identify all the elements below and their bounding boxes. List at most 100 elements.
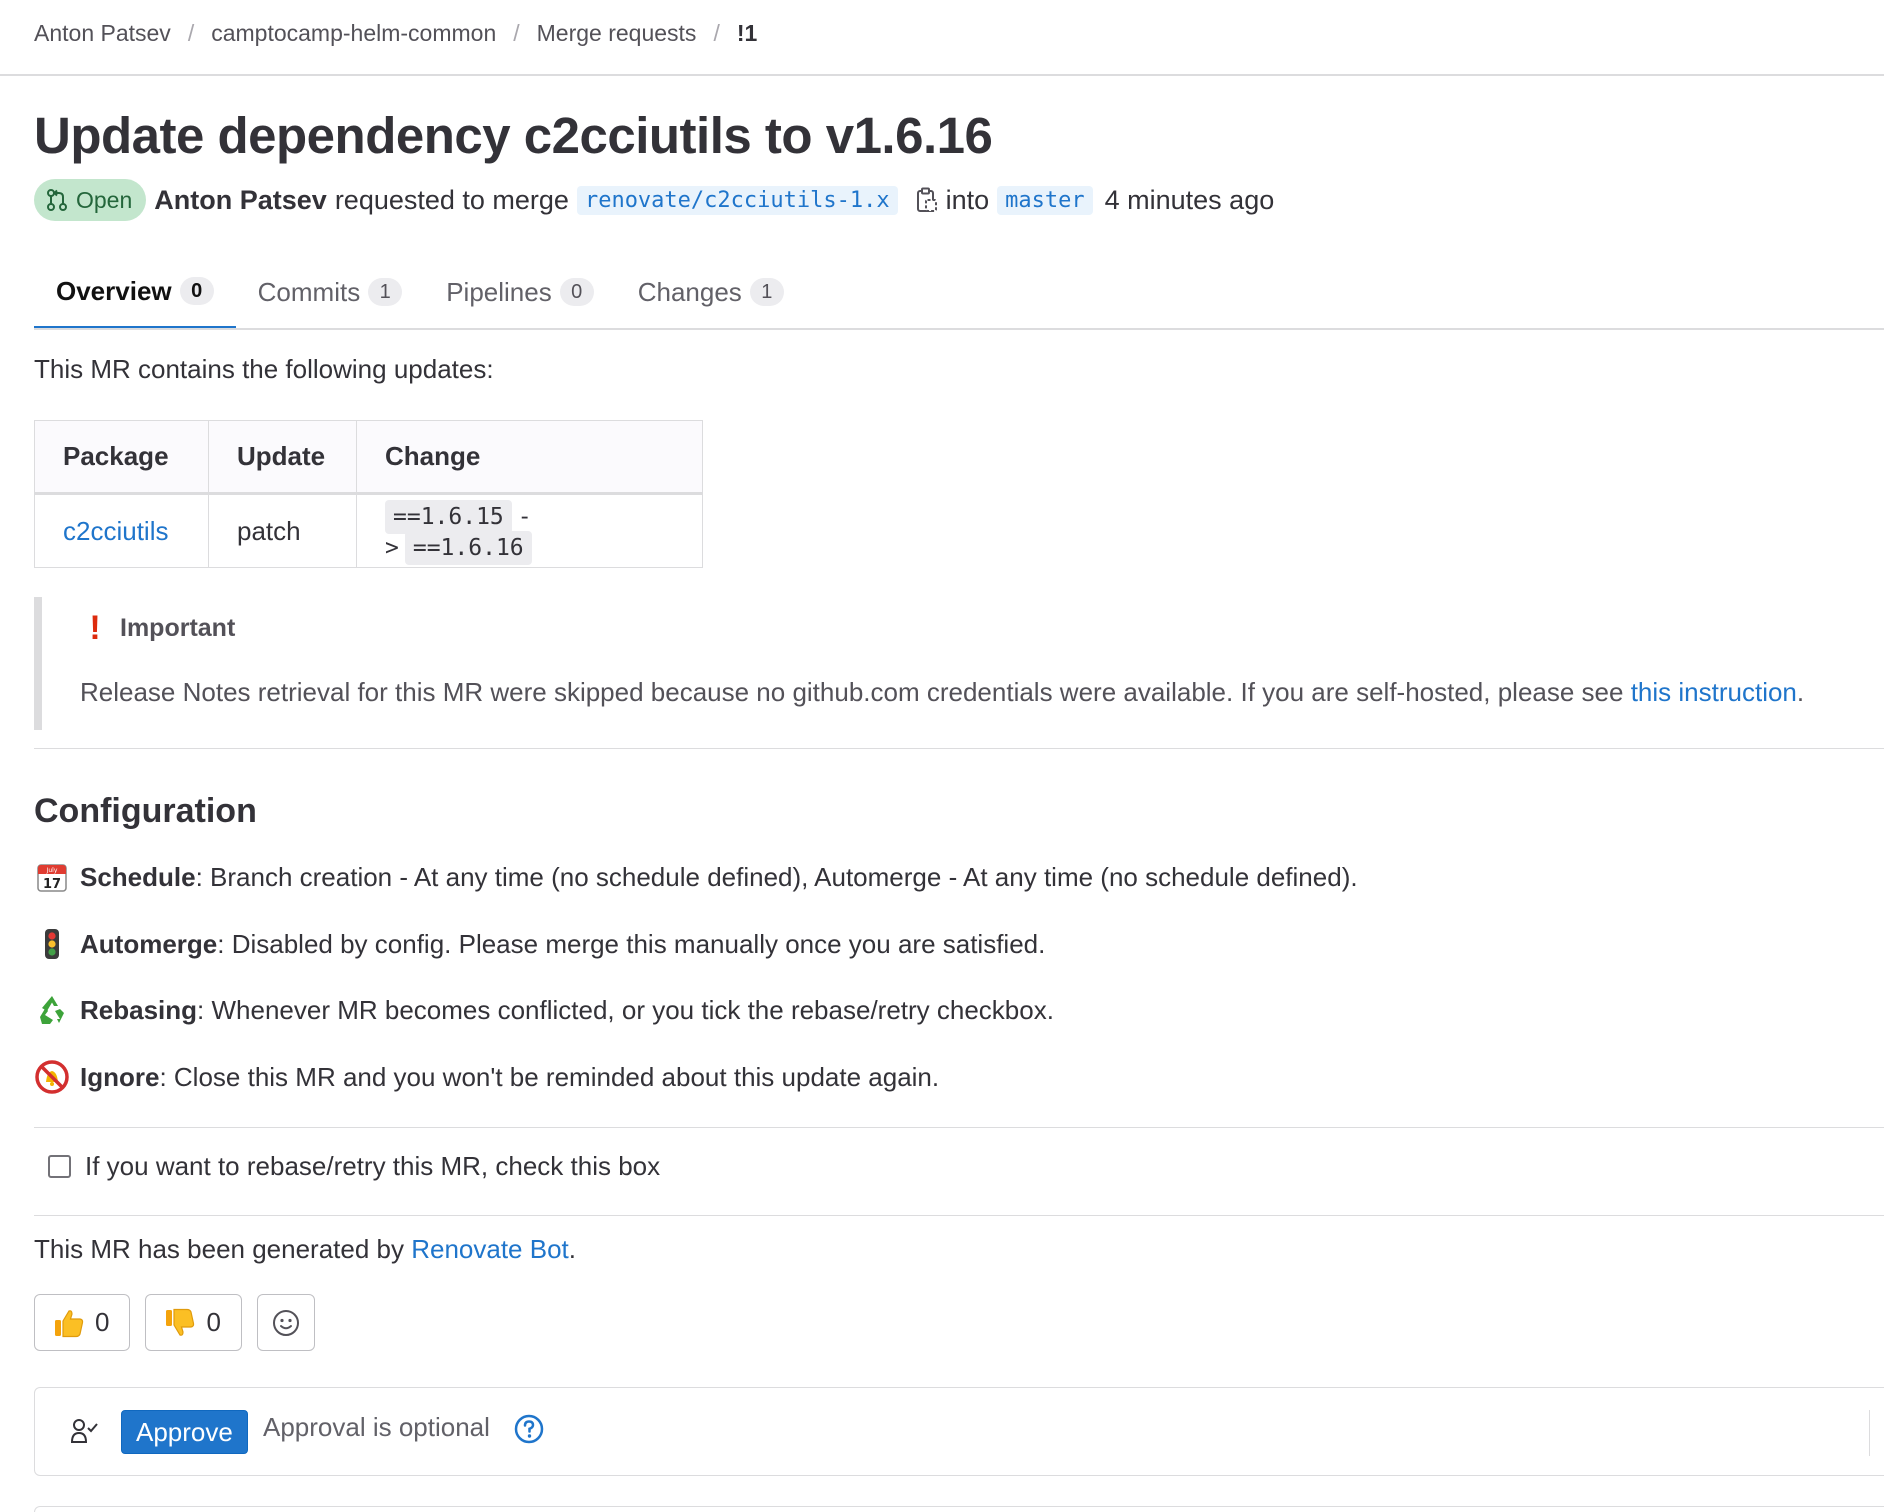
new-version: ==1.6.16 xyxy=(404,531,532,565)
important-text-line: Release Notes retrieval for this MR were… xyxy=(80,677,1804,708)
breadcrumb-separator: / xyxy=(713,19,720,46)
breadcrumb: Anton Patsev / camptocamp-helm-common / … xyxy=(34,18,757,48)
instruction-link[interactable]: this instruction xyxy=(1631,677,1797,707)
section-divider xyxy=(34,748,1884,749)
important-title: Important xyxy=(120,614,236,642)
tab-count-badge: 1 xyxy=(749,278,784,306)
config-label: Ignore xyxy=(80,1061,160,1092)
award-emoji-bar: 0 0 xyxy=(34,1294,330,1351)
package-link[interactable]: c2cciutils xyxy=(63,516,168,546)
header-divider xyxy=(0,74,1884,76)
tab-count-badge: 1 xyxy=(368,278,403,306)
tab-overview[interactable]: Overview 0 xyxy=(34,256,236,330)
into-text: into xyxy=(945,184,990,215)
config-label: Schedule xyxy=(80,861,196,892)
config-text: : Close this MR and you won't be reminde… xyxy=(159,1061,940,1092)
thumbs-down-icon xyxy=(164,1308,196,1338)
configuration-heading: Configuration xyxy=(34,792,257,830)
approval-user-check-icon xyxy=(69,1416,101,1446)
important-text-end: . xyxy=(1796,677,1805,707)
tab-label: Changes xyxy=(637,276,742,307)
config-text: : Disabled by config. Please merge this … xyxy=(217,928,1046,959)
tabs-divider xyxy=(34,328,1884,330)
rebase-checkbox[interactable] xyxy=(48,1154,71,1178)
no-bell-icon xyxy=(34,1059,70,1095)
thumbs-up-button[interactable]: 0 xyxy=(34,1294,131,1351)
page-title: Update dependency c2cciutils to v1.6.16 xyxy=(34,107,993,164)
thumbs-up-count: 0 xyxy=(95,1307,110,1337)
important-callout: ! Important Release Notes retrieval for … xyxy=(34,597,1884,730)
help-question-icon[interactable] xyxy=(513,1413,545,1445)
section-divider xyxy=(34,1127,1884,1128)
config-text: : Branch creation - At any time (no sche… xyxy=(195,861,1358,892)
column-header-change: Change xyxy=(356,420,703,495)
approval-widget: Approve Approval is optional xyxy=(34,1387,1884,1476)
config-label: Automerge xyxy=(80,928,218,959)
breadcrumb-owner[interactable]: Anton Patsev xyxy=(34,20,171,47)
old-version: ==1.6.15 xyxy=(385,500,512,534)
approval-status-text: Approval is optional xyxy=(263,1412,490,1442)
target-branch[interactable]: master xyxy=(997,185,1093,215)
tab-count-badge: 0 xyxy=(179,277,214,305)
traffic-light-icon xyxy=(34,926,70,962)
next-panel-edge xyxy=(34,1506,1884,1512)
svg-text:July: July xyxy=(46,867,58,874)
svg-text:17: 17 xyxy=(43,877,61,892)
calendar-icon: July 17 xyxy=(34,859,70,895)
config-item-schedule: July 17 Schedule: Branch creation - At a… xyxy=(34,857,1358,897)
rebase-option[interactable]: If you want to rebase/retry this MR, che… xyxy=(48,1146,660,1186)
update-type-cell: patch xyxy=(208,493,357,568)
status-badge: Open xyxy=(34,179,147,221)
tab-commits[interactable]: Commits 1 xyxy=(236,256,425,328)
important-heading: ! Important xyxy=(80,609,235,648)
approve-button[interactable]: Approve xyxy=(121,1410,248,1454)
thumbs-up-icon xyxy=(53,1308,85,1338)
approval-divider xyxy=(1869,1410,1870,1456)
rebase-checkbox-label: If you want to rebase/retry this MR, che… xyxy=(85,1150,661,1181)
tab-count-badge: 0 xyxy=(559,278,594,306)
column-header-update: Update xyxy=(208,420,357,495)
tab-label: Pipelines xyxy=(446,276,552,307)
merge-request-meta: Open Anton Patsev requested to merge ren… xyxy=(34,178,1274,222)
config-text: : Whenever MR becomes conflicted, or you… xyxy=(197,994,1054,1025)
breadcrumb-separator: / xyxy=(187,19,195,46)
copy-branch-icon[interactable] xyxy=(916,187,938,213)
updates-table: Package Update Change c2cciutils patch =… xyxy=(34,420,703,568)
renovate-bot-link[interactable]: Renovate Bot xyxy=(411,1234,569,1264)
created-time: 4 minutes ago xyxy=(1104,184,1275,215)
action-text: requested to merge xyxy=(334,184,569,215)
source-branch[interactable]: renovate/c2cciutils-1.x xyxy=(576,185,898,215)
breadcrumb-separator: / xyxy=(513,19,520,46)
author-name[interactable]: Anton Patsev xyxy=(154,185,327,216)
tab-pipelines[interactable]: Pipelines 0 xyxy=(424,256,616,328)
column-header-package: Package xyxy=(34,420,209,495)
package-cell: c2cciutils xyxy=(34,493,209,568)
change-cell: ==1.6.15 -> ==1.6.16 xyxy=(356,493,703,568)
tab-changes[interactable]: Changes 1 xyxy=(616,256,806,328)
breadcrumb-merge-requests[interactable]: Merge requests xyxy=(537,20,697,47)
table-row: c2cciutils patch ==1.6.15 -> ==1.6.16 xyxy=(34,493,703,568)
generated-prefix: This MR has been generated by xyxy=(34,1234,412,1264)
smiley-icon xyxy=(271,1308,301,1338)
config-item-automerge: Automerge: Disabled by config. Please me… xyxy=(34,924,1045,964)
config-label: Rebasing xyxy=(80,994,198,1025)
merge-request-page: Anton Patsev / camptocamp-helm-common / … xyxy=(0,0,1884,1512)
status-label: Open xyxy=(76,186,133,213)
important-text: Release Notes retrieval for this MR were… xyxy=(80,677,1631,707)
recycle-icon xyxy=(34,992,70,1028)
exclamation-icon: ! xyxy=(89,609,101,647)
generated-suffix: . xyxy=(568,1234,577,1264)
generated-by-line: This MR has been generated by Renovate B… xyxy=(34,1234,576,1265)
breadcrumb-current-mr[interactable]: !1 xyxy=(737,20,757,47)
section-divider xyxy=(34,1215,1884,1216)
add-reaction-button[interactable] xyxy=(256,1294,315,1351)
config-item-ignore: Ignore: Close this MR and you won't be r… xyxy=(34,1057,939,1097)
tab-label: Overview xyxy=(56,275,172,306)
table-header-row: Package Update Change xyxy=(34,420,703,495)
config-item-rebasing: Rebasing: Whenever MR becomes conflicted… xyxy=(34,990,1054,1030)
thumbs-down-button[interactable]: 0 xyxy=(145,1294,242,1351)
thumbs-down-count: 0 xyxy=(206,1307,221,1337)
description-intro: This MR contains the following updates: xyxy=(34,354,494,384)
tab-label: Commits xyxy=(257,276,361,307)
breadcrumb-project[interactable]: camptocamp-helm-common xyxy=(211,20,496,47)
